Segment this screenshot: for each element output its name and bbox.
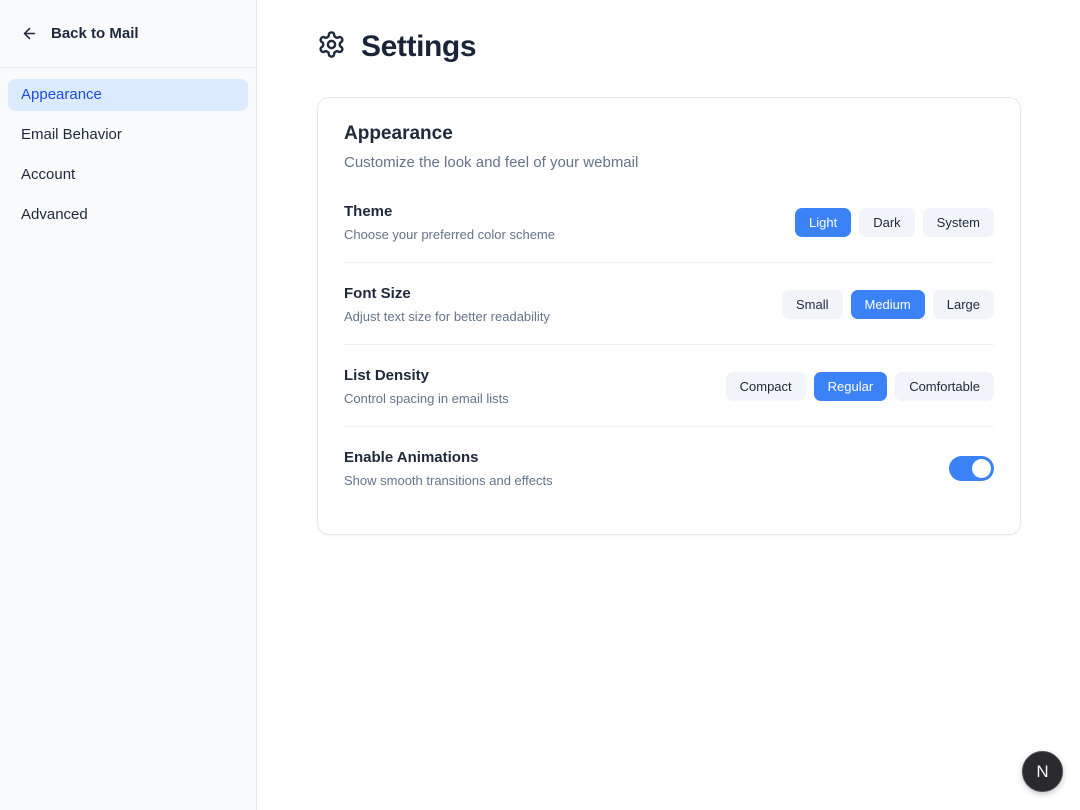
sidebar-item-account[interactable]: Account — [8, 159, 248, 191]
option-font-size-small[interactable]: Small — [781, 290, 843, 319]
arrow-left-icon — [21, 25, 38, 42]
setting-description: Choose your preferred color scheme — [344, 227, 555, 242]
setting-text: Theme Choose your preferred color scheme — [344, 203, 555, 242]
settings-nav: Appearance Email Behavior Account Advanced — [0, 68, 256, 242]
setting-text: Font Size Adjust text size for better rea… — [344, 285, 550, 324]
setting-title: Font Size — [344, 285, 411, 302]
gear-icon — [317, 30, 346, 64]
setting-title: Enable Animations — [344, 449, 479, 466]
option-font-size-medium[interactable]: Medium — [850, 290, 925, 319]
option-theme-system[interactable]: System — [922, 208, 994, 237]
setting-title: List Density — [344, 367, 430, 384]
sidebar-header: Back to Mail — [0, 0, 256, 68]
appearance-card: Appearance Customize the look and feel o… — [317, 97, 1021, 535]
setting-row-font-size: Font Size Adjust text size for better rea… — [344, 263, 994, 345]
settings-main: Settings Appearance Customize the look a… — [257, 0, 1080, 810]
setting-row-theme: Theme Choose your preferred color scheme L… — [344, 181, 994, 263]
option-theme-light[interactable]: Light — [795, 208, 852, 237]
sidebar-item-appearance[interactable]: Appearance — [8, 79, 248, 111]
toggle-enable-animations[interactable] — [949, 456, 994, 481]
setting-control: Light Dark System — [795, 208, 994, 237]
card-title: Appearance — [344, 123, 453, 144]
page-title: Settings — [361, 30, 477, 63]
toggle-knob — [972, 459, 991, 478]
setting-row-enable-animations: Enable Animations Show smooth transitions… — [344, 427, 994, 512]
option-theme-dark[interactable]: Dark — [859, 208, 915, 237]
settings-sidebar: Back to Mail Appearance Email Behavior Acc… — [0, 0, 257, 810]
setting-text: List Density Control spacing in email lis… — [344, 367, 509, 406]
sidebar-item-advanced[interactable]: Advanced — [8, 199, 248, 231]
back-to-mail-button[interactable]: Back to Mail — [21, 25, 139, 42]
page-header: Settings — [317, 30, 1021, 64]
settings-rows: Theme Choose your preferred color scheme L… — [344, 181, 994, 512]
option-font-size-large[interactable]: Large — [932, 290, 994, 319]
brand-badge-button[interactable]: N — [1022, 751, 1063, 792]
setting-text: Enable Animations Show smooth transitions… — [344, 449, 553, 488]
setting-row-list-density: List Density Control spacing in email lis… — [344, 345, 994, 427]
back-to-mail-label: Back to Mail — [51, 25, 139, 42]
setting-title: Theme — [344, 203, 393, 220]
setting-control — [949, 456, 994, 481]
setting-description: Adjust text size for better readability — [344, 309, 550, 324]
setting-control: Small Medium Large — [781, 290, 994, 319]
card-subtitle: Customize the look and feel of your webm… — [344, 154, 639, 171]
setting-control: Compact Regular Comfortable — [725, 372, 994, 401]
sidebar-item-email-behavior[interactable]: Email Behavior — [8, 119, 248, 151]
option-list-density-regular[interactable]: Regular — [813, 372, 888, 401]
n-logo: N — [1036, 761, 1049, 781]
option-list-density-comfortable[interactable]: Comfortable — [895, 372, 994, 401]
option-list-density-compact[interactable]: Compact — [725, 372, 806, 401]
setting-description: Show smooth transitions and effects — [344, 473, 553, 488]
setting-description: Control spacing in email lists — [344, 391, 509, 406]
